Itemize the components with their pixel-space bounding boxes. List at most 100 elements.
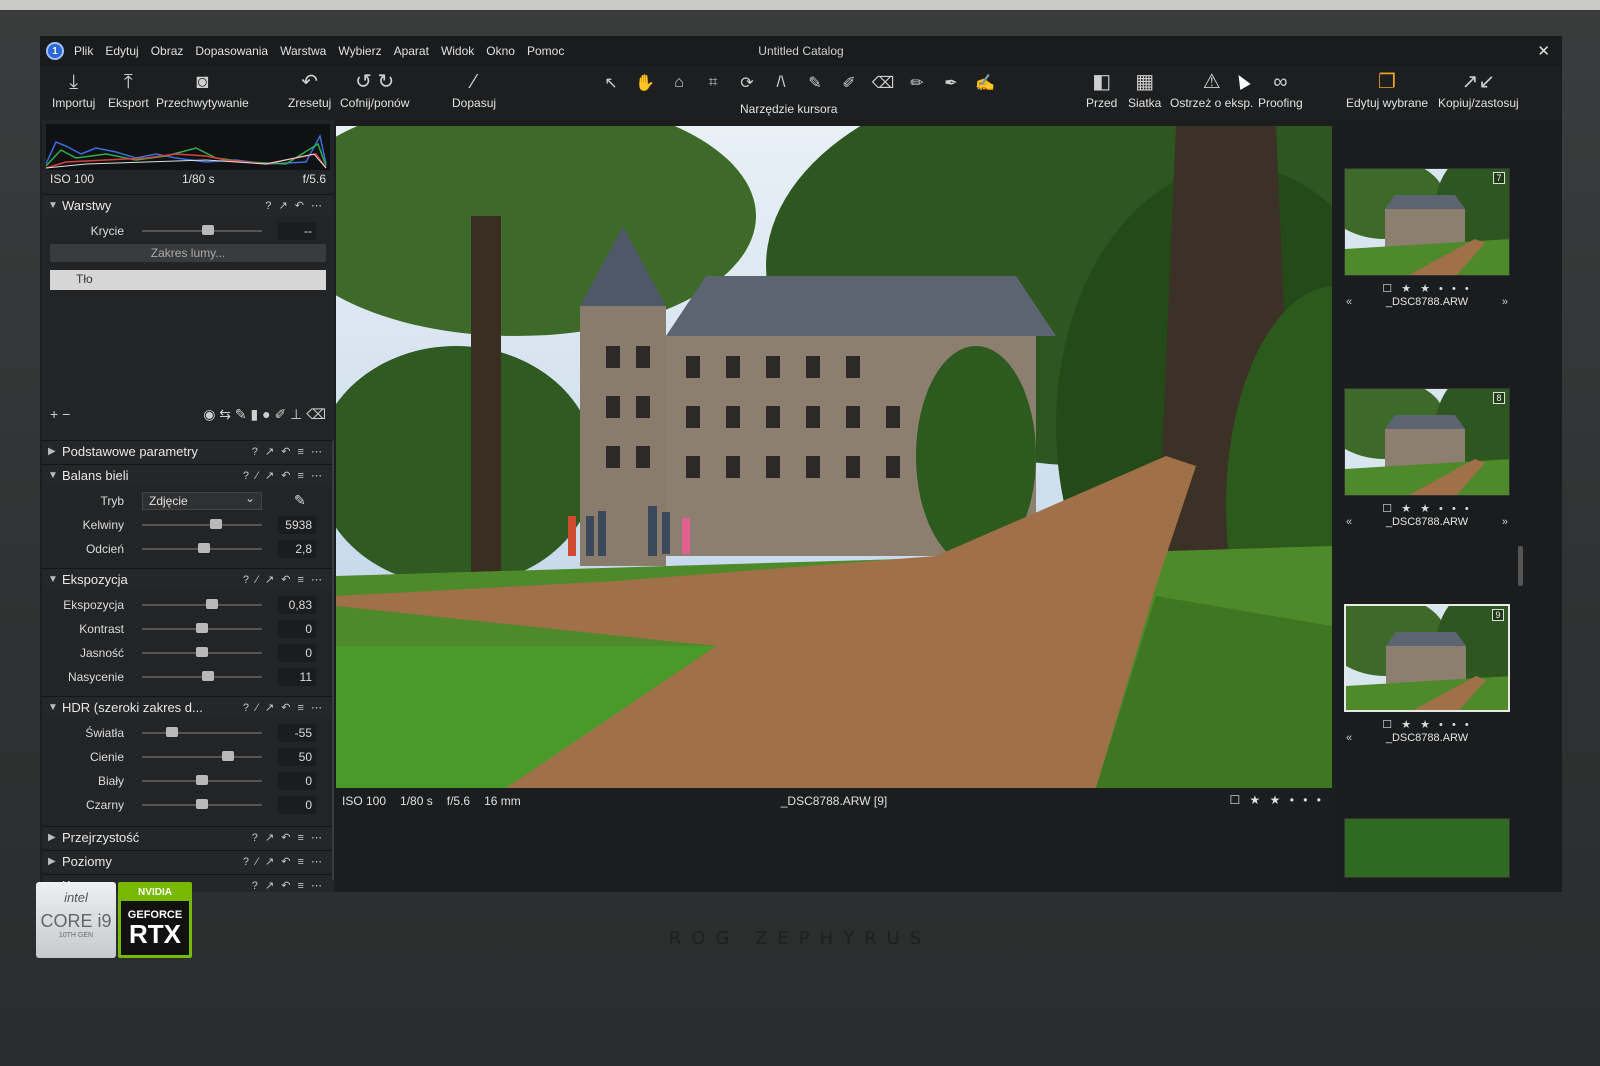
thumbnail-10-partial[interactable] — [1344, 818, 1510, 878]
menu-edytuj[interactable]: Edytuj — [105, 44, 138, 58]
layers-section-header[interactable]: ▼ Warstwy ? ↗ ↶ ⋯ — [42, 194, 334, 216]
prev-variant-icon[interactable]: « — [1346, 516, 1352, 528]
next-variant-icon[interactable]: » — [1502, 296, 1508, 308]
copy-apply-button[interactable]: ↗↙ Kopiuj/zastosuj — [1438, 70, 1519, 110]
eraser-icon[interactable]: ⌫ — [870, 72, 896, 94]
section-tools-icon[interactable]: ? ⁄ ↗ ↶ ≡ ⋯ — [243, 469, 324, 482]
param-value[interactable]: 2,8 — [278, 540, 316, 558]
hdr-header[interactable]: ▼ HDR (szeroki zakres d... ? ⁄ ↗ ↶ ≡ ⋯ — [42, 696, 334, 718]
param-slider-knob[interactable] — [196, 799, 208, 809]
close-icon[interactable]: ✕ — [1537, 42, 1550, 60]
next-variant-icon[interactable]: » — [1502, 516, 1508, 528]
menu-okno[interactable]: Okno — [486, 44, 515, 58]
menu-widok[interactable]: Widok — [441, 44, 474, 58]
white-balance-header[interactable]: ▼ Balans bieli ? ⁄ ↗ ↶ ≡ ⋯ — [42, 464, 334, 486]
layer-background[interactable]: Tło — [50, 270, 326, 290]
select-cursor-icon[interactable]: ↖ — [598, 72, 624, 94]
opacity-slider[interactable] — [142, 225, 262, 235]
menu-warstwa[interactable]: Warstwa — [280, 44, 326, 58]
menu-plik[interactable]: Plik — [74, 44, 93, 58]
section-tools-icon[interactable]: ? ⁄ ↗ ↶ ≡ ⋯ — [243, 573, 324, 586]
param-slider-knob[interactable] — [196, 647, 208, 657]
menu-pomoc[interactable]: Pomoc — [527, 44, 564, 58]
app-logo-icon[interactable]: 1 — [46, 42, 64, 60]
param-slider[interactable] — [142, 599, 262, 609]
param-slider-knob[interactable] — [166, 727, 178, 737]
param-slider-knob[interactable] — [196, 775, 208, 785]
menu-obraz[interactable]: Obraz — [151, 44, 184, 58]
param-value[interactable]: 5938 — [278, 516, 316, 534]
param-value[interactable]: 0,83 — [278, 596, 316, 614]
thumbnail-9-selected[interactable]: 9 — [1344, 604, 1510, 712]
auto-adjust-button[interactable]: ⁄ Dopasuj — [452, 70, 496, 110]
param-slider-knob[interactable] — [202, 671, 214, 681]
param-value[interactable]: 11 — [278, 668, 316, 686]
wb-mode-select[interactable]: Zdjęcie — [142, 490, 262, 510]
thumbnail-7[interactable]: 7 — [1344, 168, 1510, 276]
menu-wybierz[interactable]: Wybierz — [338, 44, 381, 58]
zoom-icon[interactable]: ⌂ — [666, 72, 692, 94]
proofing-button[interactable]: ∞ Proofing — [1258, 70, 1303, 110]
luma-range-button[interactable]: Zakres lumy... — [50, 244, 326, 262]
levels-header[interactable]: ▶ Poziomy ? ⁄ ↗ ↶ ≡ ⋯ — [42, 850, 334, 872]
picker-icon[interactable]: ✎ — [802, 72, 828, 94]
param-slider-knob[interactable] — [196, 623, 208, 633]
section-tools-icon[interactable]: ? ↗ ↶ ≡ ⋯ — [252, 831, 324, 844]
param-slider[interactable] — [142, 519, 262, 529]
reset-button[interactable]: ↶ Zresetuj — [288, 70, 331, 110]
param-slider[interactable] — [142, 751, 262, 761]
undo-redo-button[interactable]: ↺ ↻ Cofnij/ponów — [340, 70, 409, 110]
opacity-slider-knob[interactable] — [202, 225, 214, 235]
param-slider[interactable] — [142, 623, 262, 633]
basic-params-header[interactable]: ▶ Podstawowe parametry ? ↗ ↶ ≡ ⋯ — [42, 440, 334, 462]
thumbnail-rating[interactable]: ☐ ★ ★ • • • — [1344, 282, 1510, 295]
rotate-icon[interactable]: ⟳ — [734, 72, 760, 94]
section-tools-icon[interactable]: ? ⁄ ↗ ↶ ≡ ⋯ — [243, 701, 324, 714]
param-slider[interactable] — [142, 775, 262, 785]
param-slider-knob[interactable] — [210, 519, 223, 529]
keystone-icon[interactable]: /\ — [768, 72, 794, 94]
section-tools-icon[interactable]: ? ↗ ↶ ⋯ — [265, 199, 324, 212]
prev-variant-icon[interactable]: « — [1346, 296, 1352, 308]
thumbnail-8[interactable]: 8 — [1344, 388, 1510, 496]
export-button[interactable]: ⤒ Eksport — [108, 70, 149, 110]
param-slider-knob[interactable] — [198, 543, 211, 553]
param-slider[interactable] — [142, 647, 262, 657]
gradient-icon[interactable]: ✒ — [938, 72, 964, 94]
section-tools-icon[interactable]: ? ↗ ↶ ≡ ⋯ — [252, 445, 324, 458]
thumbnail-rating[interactable]: ☐ ★ ★ • • • — [1344, 718, 1510, 731]
layer-mask-tools-icon[interactable]: ◉ ⇆ ✎ ▮ ● ✐ ⊥ ⌫ — [203, 406, 326, 423]
param-value[interactable]: 0 — [278, 620, 316, 638]
thumbnail-rating[interactable]: ☐ ★ ★ • • • — [1344, 502, 1510, 515]
crop-icon[interactable]: ⌗ — [700, 72, 726, 94]
param-slider[interactable] — [142, 727, 262, 737]
section-tools-icon[interactable]: ? ⁄ ↗ ↶ ≡ ⋯ — [243, 855, 324, 868]
param-value[interactable]: -55 — [278, 724, 316, 742]
param-slider[interactable] — [142, 799, 262, 809]
param-value[interactable]: 0 — [278, 644, 316, 662]
before-button[interactable]: ◧ Przed — [1086, 70, 1117, 110]
section-tools-icon[interactable]: ? ↗ ↶ ≡ ⋯ — [252, 879, 324, 892]
image-viewer[interactable] — [336, 126, 1332, 788]
param-value[interactable]: 50 — [278, 748, 316, 766]
thumbnail-scrollbar[interactable] — [1518, 546, 1523, 586]
param-slider-knob[interactable] — [222, 751, 235, 761]
clarity-header[interactable]: ▶ Przejrzystość ? ↗ ↶ ≡ ⋯ — [42, 826, 334, 848]
capture-button[interactable]: ◙ Przechwytywanie — [156, 70, 249, 110]
heal-icon[interactable]: ✐ — [836, 72, 862, 94]
edit-selected-button[interactable]: ❐ Edytuj wybrane — [1346, 70, 1428, 110]
param-value[interactable]: 0 — [278, 796, 316, 814]
menu-dopasowania[interactable]: Dopasowania — [195, 44, 268, 58]
param-slider[interactable] — [142, 543, 262, 553]
photo-rating[interactable]: ☐ ★ ★ • • • — [1229, 793, 1324, 807]
pan-hand-icon[interactable]: ✋ — [632, 72, 658, 94]
annotate-icon[interactable]: ✍ — [972, 72, 998, 94]
import-button[interactable]: ⤓ Importuj — [52, 70, 95, 110]
menu-aparat[interactable]: Aparat — [394, 44, 429, 58]
eyedropper-icon[interactable]: ✎ — [294, 492, 306, 509]
grid-button[interactable]: ▦ Siatka — [1128, 70, 1161, 110]
opacity-value[interactable]: -- — [278, 222, 316, 240]
left-panel-scrollbar[interactable] — [332, 440, 334, 880]
param-slider[interactable] — [142, 671, 262, 681]
prev-variant-icon[interactable]: « — [1346, 732, 1352, 744]
